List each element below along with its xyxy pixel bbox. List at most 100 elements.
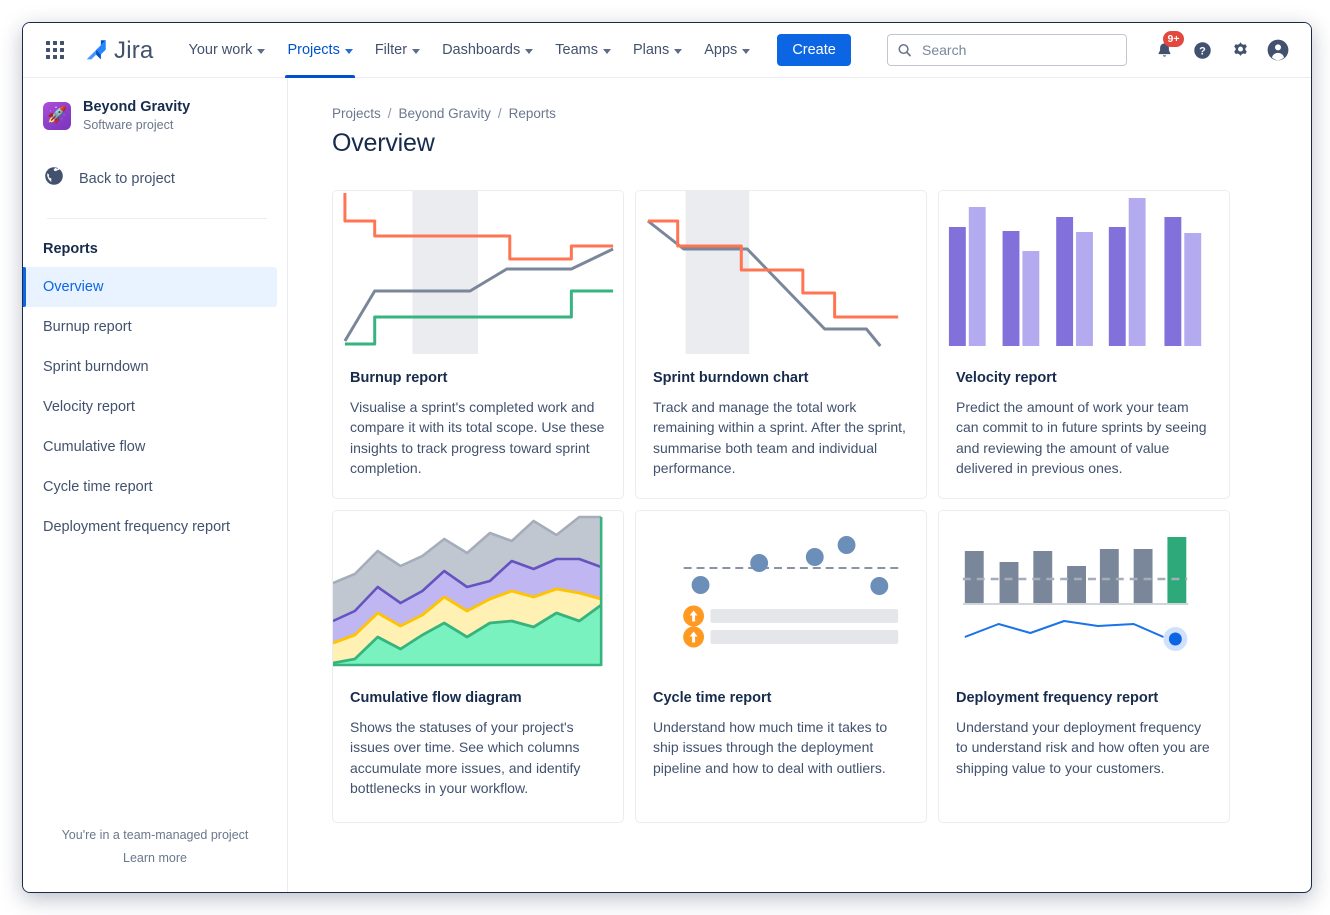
deployment-bars [965,537,1186,603]
cycle-time-thumbnail [636,511,926,674]
project-header[interactable]: 🚀 Beyond Gravity Software project [23,90,287,135]
rocket-icon: 🚀 [47,108,67,124]
notifications-button[interactable]: 9+ [1147,33,1181,67]
help-button[interactable]: ? [1185,33,1219,67]
breadcrumb: Projects / Beyond Gravity / Reports [332,106,1271,121]
trend-marker [1169,633,1182,646]
burnup-chart-thumbnail [333,191,623,354]
sidebar-nav-list: Overview Burnup report Sprint burndown V… [23,263,287,547]
nav-label: Your work [188,42,252,58]
project-type: Software project [83,117,190,133]
jira-mark-icon [83,37,109,63]
search-input[interactable] [887,34,1127,66]
scatter-points [692,536,889,595]
burndown-chart-thumbnail [636,191,926,354]
card-body: Cumulative flow diagram Shows the status… [333,674,623,822]
jira-wordmark: Jira [114,39,153,63]
card-description: Understand how much time it takes to shi… [653,717,909,778]
svg-text:?: ? [1199,45,1206,57]
chevron-down-icon [345,49,353,54]
card-body: Velocity report Predict the amount of wo… [939,354,1229,498]
report-card-cumulative-flow-diagram[interactable]: Cumulative flow diagram Shows the status… [332,510,624,823]
top-navigation-bar: Jira Your work Projects Filter Dashboard… [23,23,1311,78]
sidebar-item-deployment-frequency-report[interactable]: Deployment frequency report [23,507,277,547]
nav-item-dashboards[interactable]: Dashboards [431,23,544,78]
sidebar-item-burnup-report[interactable]: Burnup report [23,307,277,347]
chevron-down-icon [257,49,265,54]
card-description: Predict the amount of work your team can… [956,397,1212,478]
cumulative-flow-thumbnail [333,511,623,674]
card-body: Burnup report Visualise a sprint's compl… [333,354,623,498]
sidebar-item-sprint-burndown[interactable]: Sprint burndown [23,347,277,387]
profile-avatar-button[interactable] [1261,33,1295,67]
search-box[interactable] [887,34,1127,66]
velocity-bars [949,198,1201,346]
sidebar-item-velocity-report[interactable]: Velocity report [23,387,277,427]
page-shell: 🚀 Beyond Gravity Software project Back t… [23,78,1311,893]
report-card-grid: Burnup report Visualise a sprint's compl… [332,190,1271,823]
card-body: Deployment frequency report Understand y… [939,674,1229,802]
learn-more-link[interactable]: Learn more [23,847,287,871]
nav-item-your-work[interactable]: Your work [177,23,276,78]
sidebar-item-overview[interactable]: Overview [23,267,277,307]
main-content: Projects / Beyond Gravity / Reports Over… [288,78,1311,893]
chevron-down-icon [603,49,611,54]
breadcrumb-item-project[interactable]: Beyond Gravity [399,106,491,121]
nav-item-teams[interactable]: Teams [544,23,622,78]
topnav-actions: 9+ ? [887,33,1295,67]
nav-item-plans[interactable]: Plans [622,23,693,78]
trend-line [965,621,1164,637]
card-body: Cycle time report Understand how much ti… [636,674,926,802]
card-title: Deployment frequency report [956,690,1212,706]
card-title: Cumulative flow diagram [350,690,606,706]
chevron-down-icon [674,49,682,54]
notification-badge: 9+ [1163,31,1184,47]
nav-item-projects[interactable]: Projects [276,23,363,78]
team-managed-note: You're in a team-managed project [23,824,287,848]
report-card-deployment-frequency-report[interactable]: Deployment frequency report Understand y… [938,510,1230,823]
sidebar-item-label: Sprint burndown [43,359,149,375]
nav-label: Teams [555,42,598,58]
back-to-project-label: Back to project [79,171,175,187]
breadcrumb-separator: / [498,106,502,121]
velocity-chart-thumbnail [939,191,1229,354]
settings-button[interactable] [1223,33,1257,67]
card-description: Visualise a sprint's completed work and … [350,397,606,478]
chevron-down-icon [742,49,750,54]
report-card-velocity-report[interactable]: Velocity report Predict the amount of wo… [938,190,1230,499]
browser-window: Jira Your work Projects Filter Dashboard… [22,22,1312,893]
back-to-project-button[interactable]: Back to project [23,155,287,202]
app-switcher-icon[interactable] [41,36,69,64]
card-title: Burnup report [350,370,606,386]
chevron-down-icon [412,49,420,54]
nav-label: Filter [375,42,407,58]
sidebar-item-label: Deployment frequency report [43,519,230,535]
chevron-down-icon [525,49,533,54]
highlight-bar [1167,537,1186,603]
create-button[interactable]: Create [777,34,851,66]
sidebar-footer: You're in a team-managed project Learn m… [23,824,287,894]
sidebar-item-label: Cumulative flow [43,439,145,455]
help-icon: ? [1192,40,1213,61]
report-card-burnup-report[interactable]: Burnup report Visualise a sprint's compl… [332,190,624,499]
sidebar-item-cumulative-flow[interactable]: Cumulative flow [23,427,277,467]
sidebar-item-label: Overview [43,279,103,295]
sidebar-item-label: Cycle time report [43,479,153,495]
card-title: Cycle time report [653,690,909,706]
avatar-icon [1266,38,1290,62]
project-name: Beyond Gravity [83,98,190,117]
breadcrumb-item-projects[interactable]: Projects [332,106,381,121]
project-avatar: 🚀 [43,102,71,130]
nav-item-apps[interactable]: Apps [693,23,761,78]
issue-row-1 [683,606,898,627]
sidebar-item-cycle-time-report[interactable]: Cycle time report [23,467,277,507]
card-description: Shows the statuses of your project's iss… [350,717,606,798]
globe-icon [43,165,65,192]
report-card-sprint-burndown-chart[interactable]: Sprint burndown chart Track and manage t… [635,190,927,499]
nav-item-filter[interactable]: Filter [364,23,431,78]
breadcrumb-item-reports[interactable]: Reports [509,106,556,121]
jira-logo[interactable]: Jira [83,37,153,63]
issue-row-2 [683,627,898,648]
card-title: Velocity report [956,370,1212,386]
report-card-cycle-time-report[interactable]: Cycle time report Understand how much ti… [635,510,927,823]
